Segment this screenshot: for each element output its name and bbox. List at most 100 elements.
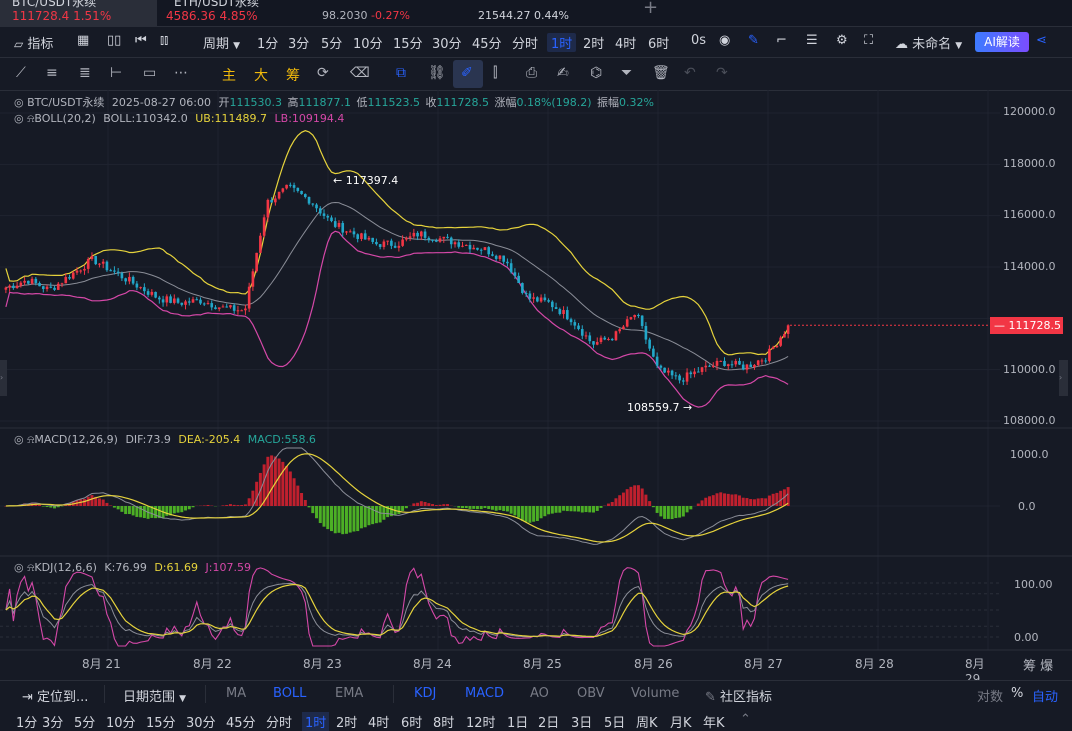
b-interval-1h[interactable]: 1时 (302, 712, 329, 731)
boll-legend[interactable]: ◎ ⍾BOLL(20,2) BOLL:110342.0 UB:111489.7 … (14, 112, 344, 126)
eye-icon[interactable]: ◎ (14, 433, 24, 446)
horizontal-line-icon[interactable]: ⊢ (110, 65, 122, 81)
b-interval-year[interactable]: 年K (703, 712, 725, 731)
date-range-dropdown[interactable]: 日期范围 ▼ (123, 686, 186, 705)
sync-icon[interactable]: ⟳ (317, 65, 329, 81)
log-scale-toggle[interactable]: 对数 (977, 686, 1003, 705)
b-interval-month[interactable]: 月K (670, 712, 692, 731)
trend-line-icon[interactable]: ⟋ (16, 65, 26, 81)
parallel-channel-icon[interactable]: ≣ (79, 65, 91, 81)
b-interval-2d[interactable]: 2日 (538, 712, 559, 731)
undo-icon[interactable]: ↶ (684, 65, 696, 81)
b-interval-1d[interactable]: 1日 (507, 712, 528, 731)
b-interval-3d[interactable]: 3日 (571, 712, 592, 731)
kdj-legend[interactable]: ◎ ⍾KDJ(12,6,6) K:76.99 D:61.69 J:107.59 (14, 561, 251, 575)
b-interval-12h[interactable]: 12时 (466, 712, 496, 731)
magnet-icon[interactable]: ⌬ (590, 65, 602, 81)
ticker-tab-btc[interactable]: BTC/USDT永续 111728.4 1.51% (0, 0, 157, 26)
interval-3m[interactable]: 3分 (288, 33, 309, 52)
layout-name-dropdown[interactable]: ☁ 未命名 ▼ (895, 33, 962, 52)
candles-icon[interactable]: ⫿ (493, 65, 497, 81)
interval-6h[interactable]: 6时 (648, 33, 669, 52)
percent-toggle[interactable]: % (1011, 686, 1023, 701)
auto-scale-toggle[interactable]: 自动 (1032, 686, 1058, 705)
indicator-kdj[interactable]: KDJ (414, 686, 436, 701)
b-interval-45m[interactable]: 45分 (226, 712, 256, 731)
interval-15m[interactable]: 15分 (393, 33, 423, 52)
eye-icon[interactable]: ◎ (14, 112, 24, 125)
clipboard-icon[interactable]: ⎙ (526, 65, 537, 81)
b-interval-10m[interactable]: 10分 (106, 712, 136, 731)
calendar-icon[interactable]: ▦ (77, 33, 89, 48)
community-indicators[interactable]: ✎ 社区指标 (705, 686, 772, 705)
draw-mode-active[interactable]: ✐ (453, 60, 483, 88)
locate-button[interactable]: ⇥ 定位到... (22, 686, 88, 705)
period-dropdown[interactable]: 周期 ▼ (203, 33, 240, 52)
eye-icon[interactable]: ◎ (14, 561, 24, 574)
indicator-ema[interactable]: EMA (335, 686, 363, 701)
right-panel-handle[interactable]: › (1059, 360, 1068, 396)
redo-icon[interactable]: ↷ (716, 65, 728, 81)
b-interval-4h[interactable]: 4时 (368, 712, 389, 731)
interval-10m[interactable]: 10分 (353, 33, 383, 52)
b-interval-30m[interactable]: 30分 (186, 712, 216, 731)
b-interval-15m[interactable]: 15分 (146, 712, 176, 731)
eraser-icon[interactable]: ⌫ (350, 65, 370, 81)
interval-1m[interactable]: 1分 (257, 33, 278, 52)
fullscreen-icon[interactable]: ⛶ (864, 33, 873, 48)
interval-45m[interactable]: 45分 (472, 33, 502, 52)
replay-icon[interactable]: ⏮ (135, 33, 147, 48)
zero-seconds[interactable]: 0s (691, 33, 706, 48)
b-interval-timeshare[interactable]: 分时 (266, 712, 292, 731)
trash-icon[interactable]: 🗑 (652, 65, 670, 81)
b-interval-2h[interactable]: 2时 (336, 712, 357, 731)
interval-4h[interactable]: 4时 (615, 33, 636, 52)
chip-toggle[interactable]: 筹 (286, 65, 300, 85)
corner-labels[interactable]: 筹 爆 (1023, 655, 1053, 674)
interval-5m[interactable]: 5分 (321, 33, 342, 52)
b-interval-3m[interactable]: 3分 (42, 712, 63, 731)
pencil-icon[interactable]: ✎ (748, 33, 759, 48)
indicator-boll[interactable]: BOLL (273, 686, 306, 701)
interval-timeshare[interactable]: 分时 (512, 33, 538, 52)
copy-icon[interactable]: ⧉ (396, 65, 406, 81)
horizontal-lines-icon[interactable]: ≡ (46, 65, 58, 81)
legend-eye-icon[interactable]: ◎ (14, 96, 24, 109)
price-chart[interactable] (0, 90, 1072, 680)
candle-type-icon[interactable]: ⫾⫾ (160, 33, 168, 48)
left-panel-handle[interactable]: › (0, 360, 7, 396)
b-interval-1m[interactable]: 1分 (16, 712, 37, 731)
more-icon[interactable]: ⋯ (174, 65, 188, 81)
interval-1h[interactable]: 1时 (547, 33, 576, 52)
indicators-button[interactable]: ▱ 指标 (14, 33, 53, 52)
indicator-ao[interactable]: AO (530, 686, 549, 701)
indicator-obv[interactable]: OBV (577, 686, 605, 701)
indicator-macd[interactable]: MACD (465, 686, 504, 701)
b-interval-6h[interactable]: 6时 (401, 712, 422, 731)
add-tab-icon[interactable]: + (643, 0, 658, 18)
b-interval-week[interactable]: 周K (636, 712, 658, 731)
gear-icon[interactable]: ⚙ (836, 33, 848, 48)
b-interval-5d[interactable]: 5日 (604, 712, 625, 731)
note-icon[interactable]: ✍ (557, 65, 569, 81)
ai-analysis-button[interactable]: AI解读 (975, 32, 1029, 52)
b-interval-5m[interactable]: 5分 (74, 712, 95, 731)
indicator-ma[interactable]: MA (226, 686, 246, 701)
interval-2h[interactable]: 2时 (583, 33, 604, 52)
link-icon[interactable]: ⛓ (428, 65, 446, 81)
share-icon[interactable]: ⋖ (1036, 33, 1047, 48)
indicator-volume[interactable]: Volume (631, 686, 679, 701)
list-icon[interactable]: ☰ (806, 33, 818, 48)
large-order-toggle[interactable]: 大 (254, 65, 268, 85)
rectangle-icon[interactable]: ▭ (143, 65, 156, 81)
ticker-tab-4[interactable]: 21544.27 0.44% (478, 0, 618, 26)
macd-legend[interactable]: ◎ ⍾MACD(12,26,9) DIF:73.9 DEA:-205.4 MAC… (14, 433, 316, 447)
layout-icon[interactable]: ▯▯ (107, 33, 121, 48)
ticker-tab-3[interactable]: 98.2030 -0.27% (322, 0, 462, 26)
ticker-tab-eth[interactable]: ETH/USDT永续 4586.36 4.85% (166, 0, 306, 26)
filter-icon[interactable]: ⏷ (621, 65, 632, 81)
b-interval-8h[interactable]: 8时 (433, 712, 454, 731)
interval-30m[interactable]: 30分 (432, 33, 462, 52)
alert-icon[interactable]: ⌐ (776, 33, 787, 48)
camera-icon[interactable]: ◉ (719, 33, 730, 48)
